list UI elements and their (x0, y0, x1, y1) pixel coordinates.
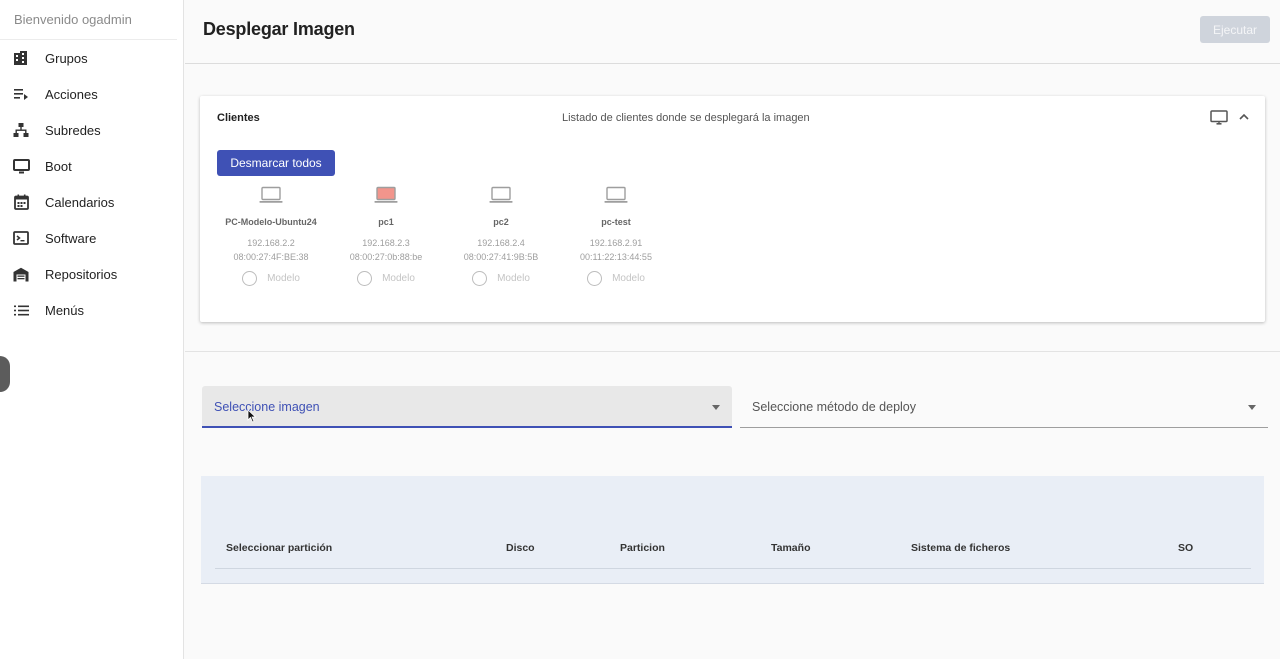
client-item[interactable]: pc-test 192.168.2.91 00:11:22:13:44:55 M… (564, 186, 668, 286)
model-radio[interactable]: Modelo (564, 271, 668, 286)
radio-circle[interactable] (242, 271, 258, 286)
sidebar-item-label: Menús (45, 302, 85, 318)
sidebar-item-software[interactable]: Software (0, 220, 183, 256)
model-radio[interactable]: Modelo (449, 271, 553, 286)
laptop-icon (334, 186, 438, 210)
page-header: Desplegar Imagen Ejecutar (185, 0, 1280, 64)
dropdown-arrow-icon (712, 405, 720, 410)
client-mac: 08:00:27:0b:88:be (349, 252, 423, 262)
model-radio-label: Modelo (267, 273, 300, 284)
model-radio-label: Modelo (612, 273, 645, 284)
sitemap-icon (12, 121, 30, 139)
laptop-screen (491, 186, 511, 201)
building-icon (12, 49, 30, 67)
section-divider (185, 351, 1280, 352)
laptop-screen (606, 186, 626, 201)
radio-circle[interactable] (587, 271, 603, 286)
clients-card-subtitle: Listado de clientes donde se desplegará … (562, 112, 810, 124)
radio-circle[interactable] (357, 271, 373, 286)
page-title: Desplegar Imagen (203, 19, 355, 39)
table-header-divider (215, 568, 1251, 569)
mouse-cursor-icon (247, 409, 257, 428)
client-ip: 192.168.2.91 (589, 238, 643, 248)
laptop-icon (449, 186, 553, 210)
column-header-os: SO (1178, 542, 1194, 554)
calendar-icon (12, 193, 30, 211)
clients-card: Clientes Listado de clientes donde se de… (200, 96, 1265, 322)
laptop-screen (261, 186, 281, 201)
model-radio[interactable]: Modelo (334, 271, 438, 286)
unmark-all-button[interactable]: Desmarcar todos (217, 150, 335, 176)
sidebar-item-label: Acciones (45, 86, 98, 102)
sidebar-item-repositorios[interactable]: Repositorios (0, 256, 183, 292)
sidebar-item-menus[interactable]: Menús (0, 292, 183, 328)
sidebar-item-boot[interactable]: Boot (0, 148, 183, 184)
client-item[interactable]: pc2 192.168.2.4 08:00:27:41:9B:5B Modelo (449, 186, 553, 286)
client-name: pc-test (601, 217, 631, 227)
sidebar-item-subredes[interactable]: Subredes (0, 112, 183, 148)
clients-card-title: Clientes (217, 112, 260, 124)
laptop-screen (376, 186, 396, 201)
client-item[interactable]: pc1 192.168.2.3 08:00:27:0b:88:be Modelo (334, 186, 438, 286)
column-header-disk: Disco (506, 542, 535, 554)
column-header-partition: Particion (620, 542, 665, 554)
sidebar-item-label: Repositorios (45, 266, 118, 282)
client-mac: 00:11:22:13:44:55 (580, 252, 652, 262)
sidebar-item-label: Software (45, 230, 97, 246)
deploy-method-select-label: Seleccione método de deploy (752, 400, 917, 414)
sidebar-item-label: Boot (45, 158, 72, 174)
list-icon (12, 301, 30, 319)
dropdown-arrow-icon (1248, 405, 1256, 410)
terminal-icon (12, 229, 30, 247)
image-select-label: Seleccione imagen (214, 400, 320, 414)
model-radio[interactable]: Modelo (219, 271, 323, 286)
column-header-filesystem: Sistema de ficheros (911, 542, 1011, 554)
playlist-icon (12, 85, 30, 103)
chevron-up-icon[interactable] (1238, 110, 1250, 128)
laptop-icon (564, 186, 668, 210)
welcome-text: Bienvenido ogadmin (0, 0, 177, 40)
client-mac: 08:00:27:4F:BE:38 (233, 252, 309, 262)
column-header-select-partition: Seleccionar partición (226, 542, 333, 554)
client-ip: 192.168.2.4 (477, 238, 525, 248)
monitor-icon (12, 157, 30, 175)
sidebar-item-grupos[interactable]: Grupos (0, 40, 183, 76)
sidebar: Bienvenido ogadmin Grupos Acciones Subre… (0, 0, 184, 659)
deploy-method-select[interactable]: Seleccione método de deploy (740, 386, 1268, 428)
monitor-icon[interactable] (1210, 110, 1228, 131)
sidebar-toggle-handle[interactable] (0, 356, 10, 392)
client-name: pc1 (378, 217, 394, 227)
sidebar-item-label: Subredes (45, 122, 101, 138)
client-item[interactable]: PC-Modelo-Ubuntu24 192.168.2.2 08:00:27:… (219, 186, 323, 286)
warehouse-icon (12, 265, 30, 283)
radio-circle[interactable] (472, 271, 488, 286)
column-header-size: Tamaño (771, 542, 811, 554)
sidebar-item-label: Calendarios (45, 194, 115, 210)
client-name: pc2 (493, 217, 509, 227)
client-mac: 08:00:27:41:9B:5B (463, 252, 539, 262)
execute-button[interactable]: Ejecutar (1200, 16, 1270, 43)
sidebar-item-calendarios[interactable]: Calendarios (0, 184, 183, 220)
client-ip: 192.168.2.3 (362, 238, 410, 248)
image-select[interactable]: Seleccione imagen (202, 386, 732, 428)
client-name: PC-Modelo-Ubuntu24 (225, 217, 317, 227)
sidebar-item-label: Grupos (45, 50, 88, 66)
model-radio-label: Modelo (497, 273, 530, 284)
sidebar-item-acciones[interactable]: Acciones (0, 76, 183, 112)
partition-table: Seleccionar partición Disco Particion Ta… (201, 476, 1264, 584)
client-ip: 192.168.2.2 (247, 238, 295, 248)
laptop-icon (219, 186, 323, 210)
model-radio-label: Modelo (382, 273, 415, 284)
